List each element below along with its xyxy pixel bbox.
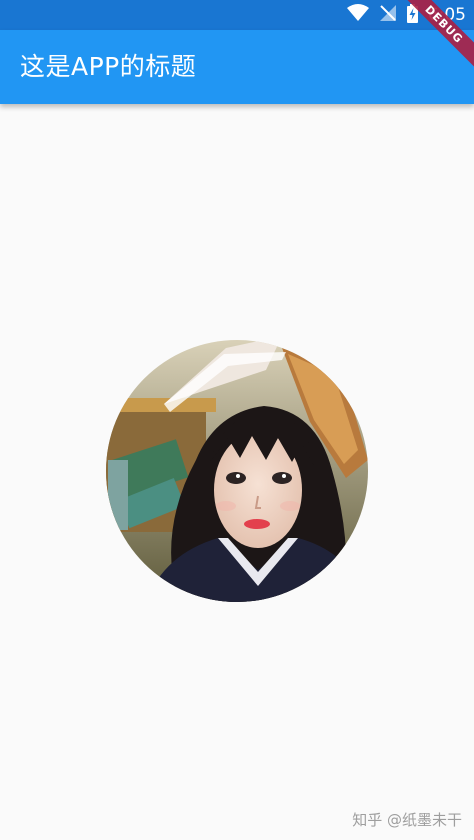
status-icons: 6:05 bbox=[346, 3, 466, 27]
battery-charging-icon bbox=[406, 3, 418, 27]
page-title: 这是APP的标题 bbox=[20, 52, 197, 81]
avatar bbox=[106, 340, 368, 602]
signal-off-icon bbox=[379, 4, 397, 26]
watermark-text: 知乎 @纸墨未干 bbox=[352, 811, 462, 829]
content-area bbox=[0, 104, 474, 840]
status-bar: 6:05 bbox=[0, 0, 474, 30]
wifi-icon bbox=[346, 4, 369, 26]
app-screen: 6:05 这是APP的标题 DEBUG 知乎 @纸墨未干 bbox=[0, 0, 474, 840]
avatar-photo bbox=[106, 340, 368, 602]
app-bar: 这是APP的标题 bbox=[0, 30, 474, 104]
status-time: 6:05 bbox=[427, 5, 466, 25]
